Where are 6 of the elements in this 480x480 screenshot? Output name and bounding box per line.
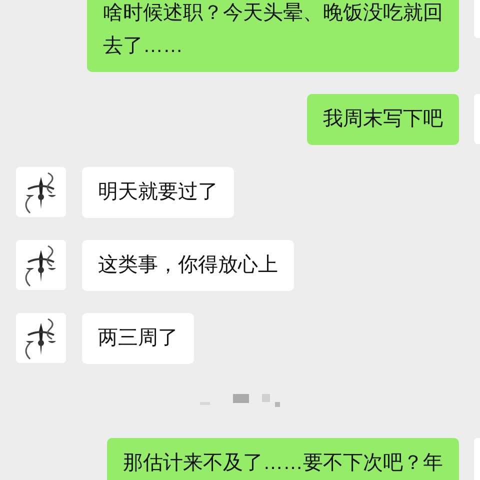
message-bubble: 明天就要过了 — [82, 167, 234, 218]
message-bubble: 啥时候述职？今天头晕、晚饭没吃就回去了…… — [87, 0, 459, 72]
message-bubble: 两三周了 — [82, 313, 194, 364]
message-bubble: 我周末写下吧 — [307, 94, 459, 145]
message-bubble: 这类事，你得放心上 — [82, 240, 294, 291]
message-bubble: 那估计来不及了……要不下次吧？年 — [107, 438, 459, 480]
